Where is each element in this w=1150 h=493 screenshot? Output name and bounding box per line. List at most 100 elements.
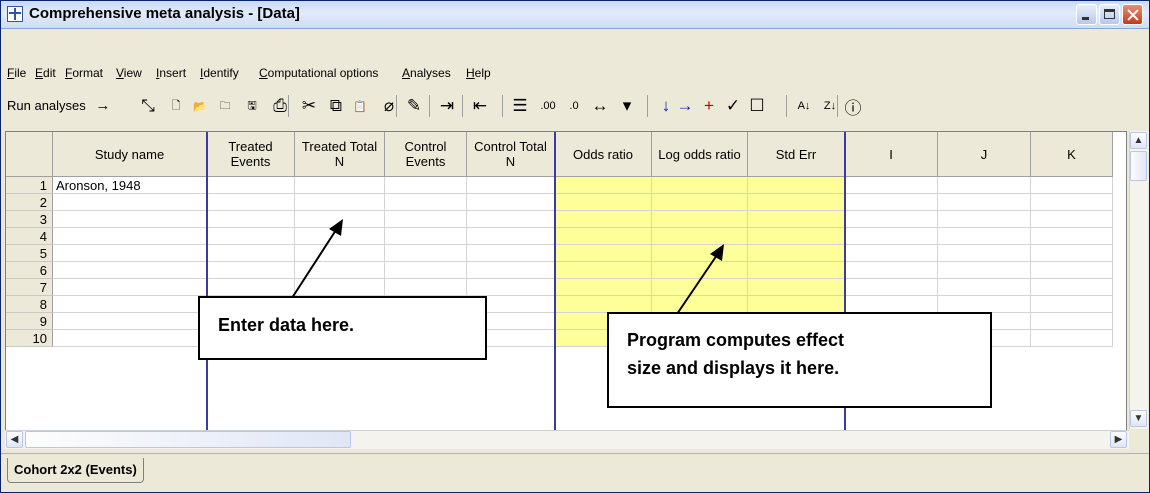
grid-cell[interactable] (845, 245, 938, 262)
grid-cell[interactable] (845, 279, 938, 296)
grid-cell[interactable] (652, 245, 748, 262)
grid-cell[interactable] (748, 194, 845, 211)
scroll-left-icon[interactable]: ◀ (6, 431, 23, 448)
grid-cell[interactable] (207, 245, 295, 262)
minimize-icon[interactable] (1076, 4, 1097, 25)
grid-cell[interactable] (1031, 245, 1113, 262)
grid-cell[interactable] (467, 228, 555, 245)
row-header[interactable]: 5 (6, 245, 53, 262)
vertical-scroll-thumb[interactable] (1130, 151, 1147, 181)
row-header[interactable]: 6 (6, 262, 53, 279)
column-header-i[interactable]: I (845, 132, 938, 177)
edit-icon[interactable]: ✎ (403, 94, 425, 118)
grid-cell[interactable] (748, 228, 845, 245)
row-header[interactable]: 7 (6, 279, 53, 296)
grid-cell[interactable] (1031, 228, 1113, 245)
grid-cell[interactable] (295, 211, 385, 228)
column-header-treated-events[interactable]: Treated Events (207, 132, 295, 177)
grid-cell[interactable] (748, 279, 845, 296)
grid-cell[interactable] (1031, 262, 1113, 279)
grid-cell[interactable] (467, 211, 555, 228)
grid-cell[interactable] (748, 296, 845, 313)
grid-cell[interactable] (938, 177, 1031, 194)
increase-decimal-icon[interactable]: .0 (563, 94, 585, 118)
grid-cell[interactable] (207, 211, 295, 228)
maximize-icon[interactable] (1099, 4, 1120, 25)
list-icon[interactable]: ☰ (509, 94, 531, 118)
move-right-icon[interactable]: → (674, 94, 696, 118)
print-icon[interactable]: ⎙ (269, 94, 291, 118)
eraser-icon[interactable]: ⌀ (378, 94, 400, 118)
grid-cell[interactable] (845, 228, 938, 245)
grid-cell[interactable] (467, 194, 555, 211)
grid-cell[interactable] (53, 228, 207, 245)
menu-insert[interactable]: Insert (156, 66, 186, 80)
grid-cell[interactable] (53, 313, 207, 330)
menu-format[interactable]: Format (65, 66, 103, 80)
checkbox-icon[interactable]: ☐ (746, 94, 768, 118)
grid-cell[interactable] (748, 211, 845, 228)
grid-cell[interactable] (748, 177, 845, 194)
sort-descending-icon[interactable]: Z↓ (819, 94, 841, 118)
grid-cell[interactable] (295, 279, 385, 296)
column-header-k[interactable]: K (1031, 132, 1113, 177)
menu-computational-options[interactable]: Computational options (259, 66, 378, 80)
grid-cell[interactable] (845, 262, 938, 279)
horizontal-scrollbar[interactable]: ◀ ▶ (5, 430, 1129, 449)
sort-ascending-icon[interactable]: A↓ (793, 94, 815, 118)
open-file-icon[interactable]: 🗀 (214, 94, 236, 118)
grid-cell[interactable] (652, 279, 748, 296)
horizontal-scroll-thumb[interactable] (25, 431, 351, 448)
grid-cell[interactable] (938, 262, 1031, 279)
row-header[interactable]: 10 (6, 330, 53, 347)
save-icon[interactable]: 🖫 (241, 94, 263, 118)
grid-cell[interactable] (53, 211, 207, 228)
grid-cell[interactable] (555, 296, 652, 313)
menu-analyses[interactable]: Analyses (402, 66, 451, 80)
grid-cell[interactable] (207, 262, 295, 279)
indent-icon[interactable]: ⇥ (436, 94, 458, 118)
grid-cell[interactable] (845, 211, 938, 228)
grid-cell[interactable] (1031, 296, 1113, 313)
run-analyses-button[interactable]: Run analyses → (7, 97, 110, 114)
grid-cell[interactable] (295, 194, 385, 211)
check-icon[interactable]: ✓ (722, 94, 744, 118)
grid-cell[interactable] (652, 211, 748, 228)
grid-cell[interactable] (748, 245, 845, 262)
row-header[interactable]: 9 (6, 313, 53, 330)
grid-cell[interactable] (555, 228, 652, 245)
decrease-decimal-icon[interactable]: .00 (537, 94, 559, 118)
cut-icon[interactable]: ✂ (298, 94, 320, 118)
grid-cell[interactable] (53, 194, 207, 211)
column-header-control-total-n[interactable]: Control Total N (467, 132, 555, 177)
close-icon[interactable] (1122, 4, 1143, 25)
row-header[interactable]: 8 (6, 296, 53, 313)
grid-cell[interactable] (845, 194, 938, 211)
new-icon[interactable]: 🗋 (165, 94, 187, 118)
grid-cell[interactable] (467, 245, 555, 262)
copy-icon[interactable]: ⧉ (325, 94, 347, 118)
grid-cell[interactable] (295, 228, 385, 245)
grid-cell[interactable] (652, 262, 748, 279)
scroll-up-icon[interactable]: ▲ (1130, 132, 1147, 149)
sheet-tab-cohort[interactable]: Cohort 2x2 (Events) (7, 458, 144, 483)
grid-cell[interactable] (845, 296, 938, 313)
grid-cell[interactable] (938, 228, 1031, 245)
grid-cell[interactable] (295, 177, 385, 194)
grid-cell[interactable] (53, 245, 207, 262)
grid-cell[interactable] (555, 211, 652, 228)
grid-cell[interactable] (555, 279, 652, 296)
menu-edit[interactable]: Edit (35, 66, 56, 80)
grid-cell-study-name[interactable]: Aronson, 1948 (53, 177, 207, 194)
outdent-icon[interactable]: ⇤ (469, 94, 491, 118)
column-header-control-events[interactable]: Control Events (385, 132, 467, 177)
grid-cell[interactable] (295, 262, 385, 279)
help-icon[interactable]: ⓘ (842, 94, 864, 118)
grid-cell[interactable] (385, 211, 467, 228)
grid-cell[interactable] (53, 330, 207, 347)
grid-cell[interactable] (652, 177, 748, 194)
grid-cell[interactable] (207, 279, 295, 296)
scroll-right-icon[interactable]: ▶ (1110, 431, 1127, 448)
grid-cell[interactable] (385, 194, 467, 211)
grid-cell[interactable] (385, 262, 467, 279)
